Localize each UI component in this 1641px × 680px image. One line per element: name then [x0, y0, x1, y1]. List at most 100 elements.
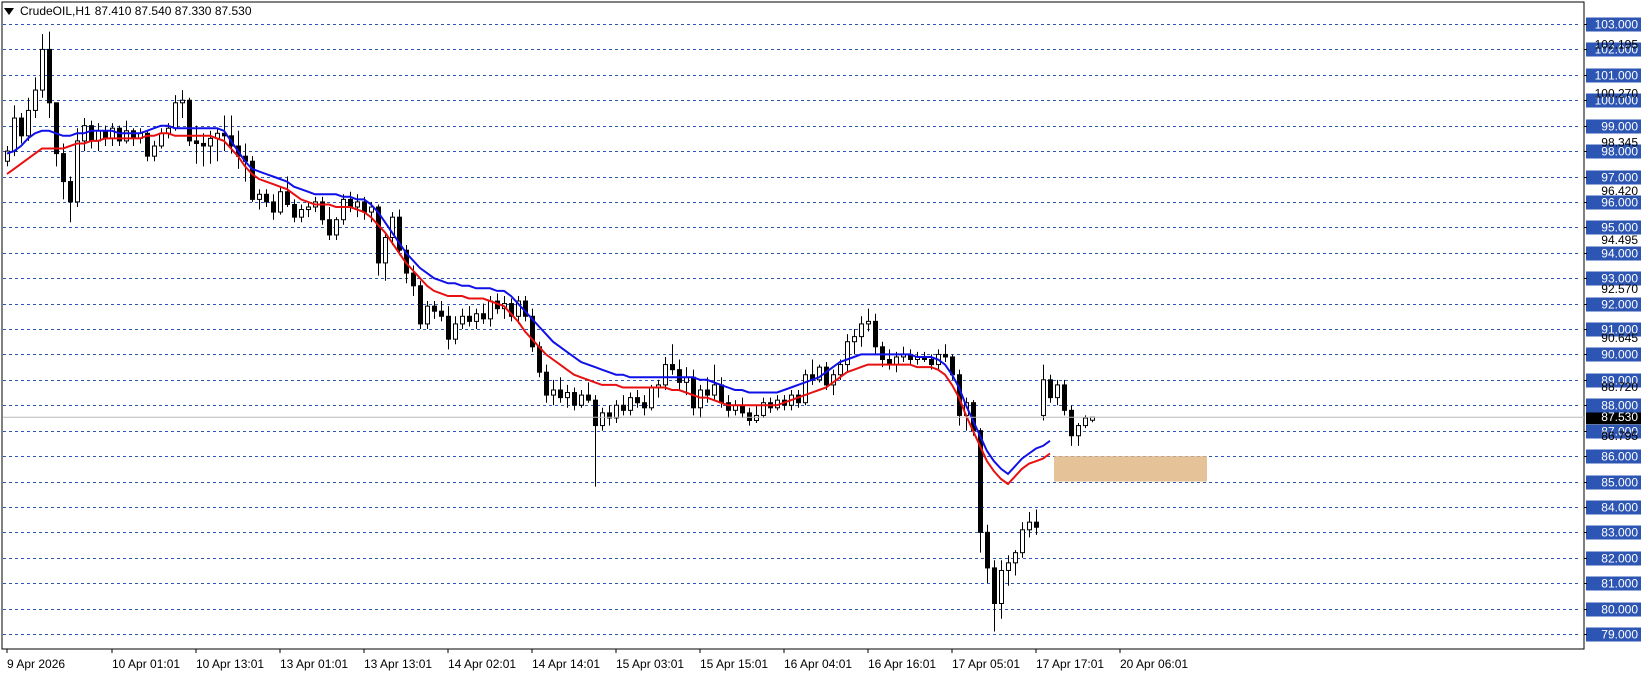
candle-bull [12, 117, 17, 152]
candle-bull [614, 404, 619, 419]
price-tick-label: 83.000 [1601, 526, 1638, 540]
candle-bull [75, 140, 80, 203]
candle-bull [383, 237, 388, 264]
candle-bear [992, 567, 997, 605]
candle-bear [635, 397, 640, 404]
candle-bear [362, 201, 367, 213]
candle-bull [208, 137, 213, 147]
candle-bear [1034, 521, 1039, 528]
candle-bull [299, 209, 304, 218]
candle-bull [663, 364, 668, 386]
candle-bear [985, 531, 990, 569]
candle-bear [544, 371, 549, 396]
price-axis[interactable]: 103.000102.000101.000100.00099.00098.000… [1584, 17, 1641, 642]
time-tick-label: 13 Apr 13:01 [364, 657, 432, 671]
candle-bear [194, 140, 199, 144]
candle-bear [285, 191, 290, 205]
candle-bear [348, 198, 353, 208]
price-tick-label: 84.000 [1601, 501, 1638, 515]
candle-bear [705, 389, 710, 396]
zone-layer [1054, 456, 1207, 482]
candle-bull [838, 364, 843, 376]
price-tick-label: 92.000 [1601, 298, 1638, 312]
price-secondary-label: 100.270 [1595, 86, 1639, 100]
candle-bull [565, 392, 570, 399]
candle-bull [152, 145, 157, 157]
candle-bear [54, 102, 59, 155]
time-tick-label: 13 Apr 01:01 [280, 657, 348, 671]
candle-bear [418, 285, 423, 325]
candle-bull [1055, 384, 1060, 399]
candle-bear [558, 389, 563, 399]
candle-bull [460, 315, 465, 325]
price-tick-label: 85.000 [1601, 476, 1638, 490]
price-tick-label: 79.000 [1601, 628, 1638, 642]
plot-area[interactable] [1, 1, 1585, 650]
candle-bear [264, 193, 269, 203]
candle-bear [467, 315, 472, 322]
time-tick-label: 9 Apr 2026 [7, 657, 65, 671]
time-axis[interactable]: 9 Apr 2026 10 Apr 01:01 10 Apr 13:01 13 Apr… [6, 649, 1188, 671]
candle-bear [593, 399, 598, 427]
candle-bull [425, 305, 430, 325]
candle-bull [1006, 562, 1011, 571]
candle-bull [852, 336, 857, 343]
candle-bull [859, 323, 864, 338]
candle-bull [1076, 425, 1081, 437]
candle-bear [47, 48, 52, 104]
candle-bear [446, 315, 451, 340]
candle-bull [26, 109, 31, 137]
time-tick-label: 17 Apr 05:01 [952, 657, 1020, 671]
time-tick-label: 17 Apr 17:01 [1036, 657, 1104, 671]
candle-bull [334, 219, 339, 236]
candle-bull [551, 389, 556, 396]
price-secondary-label: 102.195 [1595, 37, 1639, 51]
candle-bear [201, 142, 206, 147]
candle-bear [292, 203, 297, 218]
candle-bear [1062, 384, 1067, 411]
candle-bull [488, 300, 493, 320]
candle-bear [271, 201, 276, 213]
price-tick-label: 88.000 [1601, 399, 1638, 413]
dropdown-triangle-icon[interactable] [4, 7, 14, 15]
price-secondary-label: 92.570 [1601, 282, 1638, 296]
candle-bull [1020, 529, 1025, 554]
candle-bear [929, 359, 934, 366]
candle-bear [327, 219, 332, 236]
candle-bull [1027, 521, 1032, 531]
candle-bear [68, 181, 73, 203]
price-secondary-label: 86.795 [1601, 429, 1638, 443]
candle-bull [341, 198, 346, 221]
candle-bull [278, 191, 283, 213]
candle-bull [1041, 379, 1046, 416]
candle-bear [1048, 379, 1053, 399]
price-tick-label: 103.000 [1595, 18, 1639, 32]
price-tick-label: 99.000 [1601, 120, 1638, 134]
time-tick-label: 10 Apr 13:01 [196, 657, 264, 671]
candle-bull [600, 412, 605, 427]
time-tick-label: 16 Apr 04:01 [784, 657, 852, 671]
candle-bear [880, 346, 885, 360]
candle-bear [89, 125, 94, 142]
candle-bear [411, 272, 416, 287]
candle-bull [754, 414, 759, 421]
candle-bear [537, 346, 542, 373]
time-tick-label: 15 Apr 03:01 [616, 657, 684, 671]
price-tick-label: 94.000 [1601, 247, 1638, 261]
candle-bear [943, 353, 948, 358]
time-tick-label: 14 Apr 14:01 [532, 657, 600, 671]
candle-bull [866, 320, 871, 325]
price-secondary-label: 90.645 [1601, 331, 1638, 345]
candle-bull [803, 374, 808, 404]
price-chart[interactable]: 87.530 103.000102.000101.000100.00099.00… [0, 0, 1641, 675]
candle-bull [306, 206, 311, 211]
time-tick-label: 20 Apr 06:01 [1120, 657, 1188, 671]
candle-bull [33, 89, 38, 111]
candle-bull [474, 313, 479, 322]
candle-bull [110, 127, 115, 139]
price-tick-label: 80.000 [1601, 603, 1638, 617]
chart-window[interactable]: 87.530 103.000 102.000 101.000 100.000 99.00… [0, 0, 1641, 675]
price-tick-label: 97.000 [1601, 171, 1638, 185]
candle-bear [131, 130, 136, 139]
candle-bull [628, 397, 633, 411]
